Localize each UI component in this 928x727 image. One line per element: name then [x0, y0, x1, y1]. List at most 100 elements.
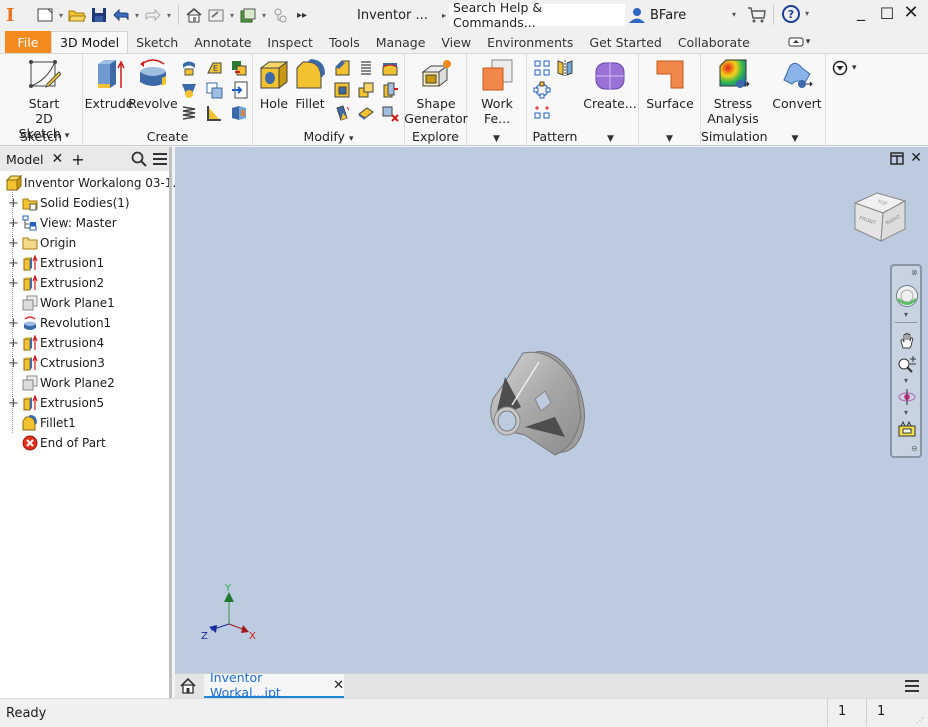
split-icon[interactable]	[381, 59, 399, 77]
redo-icon[interactable]	[142, 4, 164, 26]
ribbon-overflow-button[interactable]: ▾	[832, 60, 857, 76]
browser-splitter[interactable]	[169, 147, 172, 698]
inventor-logo-icon[interactable]: I	[6, 5, 24, 26]
new-dropdown[interactable]: ▾	[56, 11, 66, 20]
document-menu-icon[interactable]	[904, 679, 920, 696]
expand-icon[interactable]: +	[8, 217, 19, 230]
expand-icon[interactable]: +	[8, 197, 19, 210]
tree-item[interactable]: Work Plane1	[0, 293, 171, 313]
tab-sketch[interactable]: Sketch	[128, 31, 186, 53]
tab-model[interactable]: Model	[6, 152, 44, 167]
tree-item[interactable]: Work Plane2	[0, 373, 171, 393]
look-at-icon[interactable]	[897, 421, 917, 437]
tab-environments[interactable]: Environments	[479, 31, 581, 53]
return-icon[interactable]	[205, 4, 227, 26]
expand-icon[interactable]: +	[8, 317, 19, 330]
navbar-close-icon[interactable]: ⊗	[911, 268, 918, 277]
direct-edit-icon[interactable]	[381, 81, 399, 99]
convert-button[interactable]: Convert	[771, 58, 823, 111]
help-icon[interactable]: ?	[782, 5, 800, 23]
emboss-icon[interactable]: E	[205, 59, 223, 77]
more-icon[interactable]: ▸▸	[291, 4, 313, 26]
expand-icon[interactable]: +	[8, 357, 19, 370]
user-account-button[interactable]: BFare ▾	[628, 4, 736, 26]
tab-view[interactable]: View	[433, 31, 479, 53]
tree-item[interactable]: Fillet1	[0, 413, 171, 433]
maximize-button[interactable]: ☐	[876, 4, 898, 23]
tree-item[interactable]: + Revolution1	[0, 313, 171, 333]
tab-get-started[interactable]: Get Started	[581, 31, 669, 53]
convert-dropdown[interactable]: ▼	[765, 129, 825, 144]
search-icon[interactable]	[131, 151, 147, 170]
tab-manage[interactable]: Manage	[368, 31, 434, 53]
tree-item[interactable]: + Extrusion5	[0, 393, 171, 413]
orbit-icon[interactable]	[897, 388, 917, 406]
tree-root[interactable]: Inventor Workalong 03-1.ipt	[0, 173, 192, 193]
steering-wheel-icon[interactable]	[895, 284, 919, 308]
tab-annotate[interactable]: Annotate	[186, 31, 259, 53]
cart-icon[interactable]	[747, 6, 767, 27]
split-view-icon[interactable]	[890, 152, 904, 168]
thread-icon[interactable]	[357, 59, 375, 77]
delete-face-icon[interactable]	[381, 104, 399, 122]
appearance-icon[interactable]	[237, 4, 259, 26]
revolve-button[interactable]: Revolve	[128, 58, 178, 111]
spring-icon[interactable]	[180, 104, 198, 122]
pan-icon[interactable]	[898, 332, 916, 350]
freeform-dropdown[interactable]: ▼	[583, 129, 638, 144]
close-document-icon[interactable]: ✕	[333, 678, 344, 693]
zoom-icon[interactable]	[897, 356, 917, 374]
combine-icon[interactable]	[357, 81, 375, 99]
work-features-dropdown[interactable]: ▼	[467, 129, 526, 144]
tree-item[interactable]: + Solid Eodies(1)	[0, 193, 171, 213]
minimize-button[interactable]: _	[850, 2, 872, 21]
expand-icon[interactable]: +	[8, 237, 19, 250]
redo-dropdown[interactable]: ▾	[164, 11, 174, 20]
user-dropdown[interactable]: ▾	[732, 10, 736, 19]
stress-analysis-button[interactable]: Stress Analysis	[707, 58, 759, 126]
import-icon[interactable]	[230, 59, 248, 77]
fillet-button[interactable]: Fillet	[293, 58, 327, 111]
browser-menu-icon[interactable]	[152, 152, 168, 169]
undo-icon[interactable]	[110, 4, 132, 26]
orbit-dropdown[interactable]: ▾	[904, 408, 908, 417]
place-component-icon[interactable]	[230, 81, 248, 99]
shape-generator-button[interactable]: Shape Generator	[404, 58, 468, 126]
expand-icon[interactable]: +	[8, 397, 19, 410]
circular-pattern-icon[interactable]	[533, 81, 551, 99]
add-browser-tab-icon[interactable]: +	[71, 150, 84, 169]
tree-item[interactable]: + Cxtrusion3	[0, 353, 171, 373]
wheel-dropdown[interactable]: ▾	[904, 310, 908, 319]
tree-item[interactable]: + Extrusion1	[0, 253, 171, 273]
chamfer-icon[interactable]	[333, 59, 351, 77]
create-freeform-button[interactable]: Create...	[583, 58, 637, 111]
navbar-options-icon[interactable]: ⊖	[911, 444, 918, 453]
surface-button[interactable]: Surface	[643, 58, 697, 111]
zoom-dropdown[interactable]: ▾	[904, 376, 908, 385]
coil-icon[interactable]	[180, 81, 198, 99]
modify-panel-label[interactable]: Modify ▾	[253, 129, 404, 144]
tree-item[interactable]: + Extrusion2	[0, 273, 171, 293]
shell-icon[interactable]	[333, 81, 351, 99]
tab-file[interactable]: File	[5, 31, 51, 53]
search-help-input[interactable]: Search Help & Commands...	[449, 0, 625, 30]
rectangular-pattern-icon[interactable]	[533, 59, 551, 77]
draft-icon[interactable]	[333, 104, 351, 122]
surface-dropdown[interactable]: ▼	[639, 129, 700, 144]
resize-grip-icon[interactable]: ⋰	[916, 716, 924, 725]
tree-item[interactable]: + View: Master	[0, 213, 171, 233]
measure-icon[interactable]	[269, 4, 291, 26]
tab-3d-model[interactable]: 3D Model	[51, 31, 129, 53]
extrude-button[interactable]: Extrude	[85, 58, 133, 111]
title-expand-icon[interactable]: ▸	[442, 11, 446, 20]
work-features-button[interactable]: Work Fe...	[469, 58, 525, 126]
save-icon[interactable]	[88, 4, 110, 26]
close-browser-tab-icon[interactable]: ✕	[52, 151, 64, 167]
graphics-window[interactable]: ✕ TOP FRONT RIGHT ⊗ ▾ ▾ ▾ ⊖ Y Z X	[175, 147, 928, 673]
tree-item[interactable]: + Extrusion4	[0, 333, 171, 353]
appearance-dropdown[interactable]: ▾	[259, 11, 269, 20]
unwrap-icon[interactable]	[230, 104, 248, 122]
tab-collaborate[interactable]: Collaborate	[670, 31, 758, 53]
home-icon[interactable]	[183, 4, 205, 26]
expand-icon[interactable]: +	[8, 337, 19, 350]
